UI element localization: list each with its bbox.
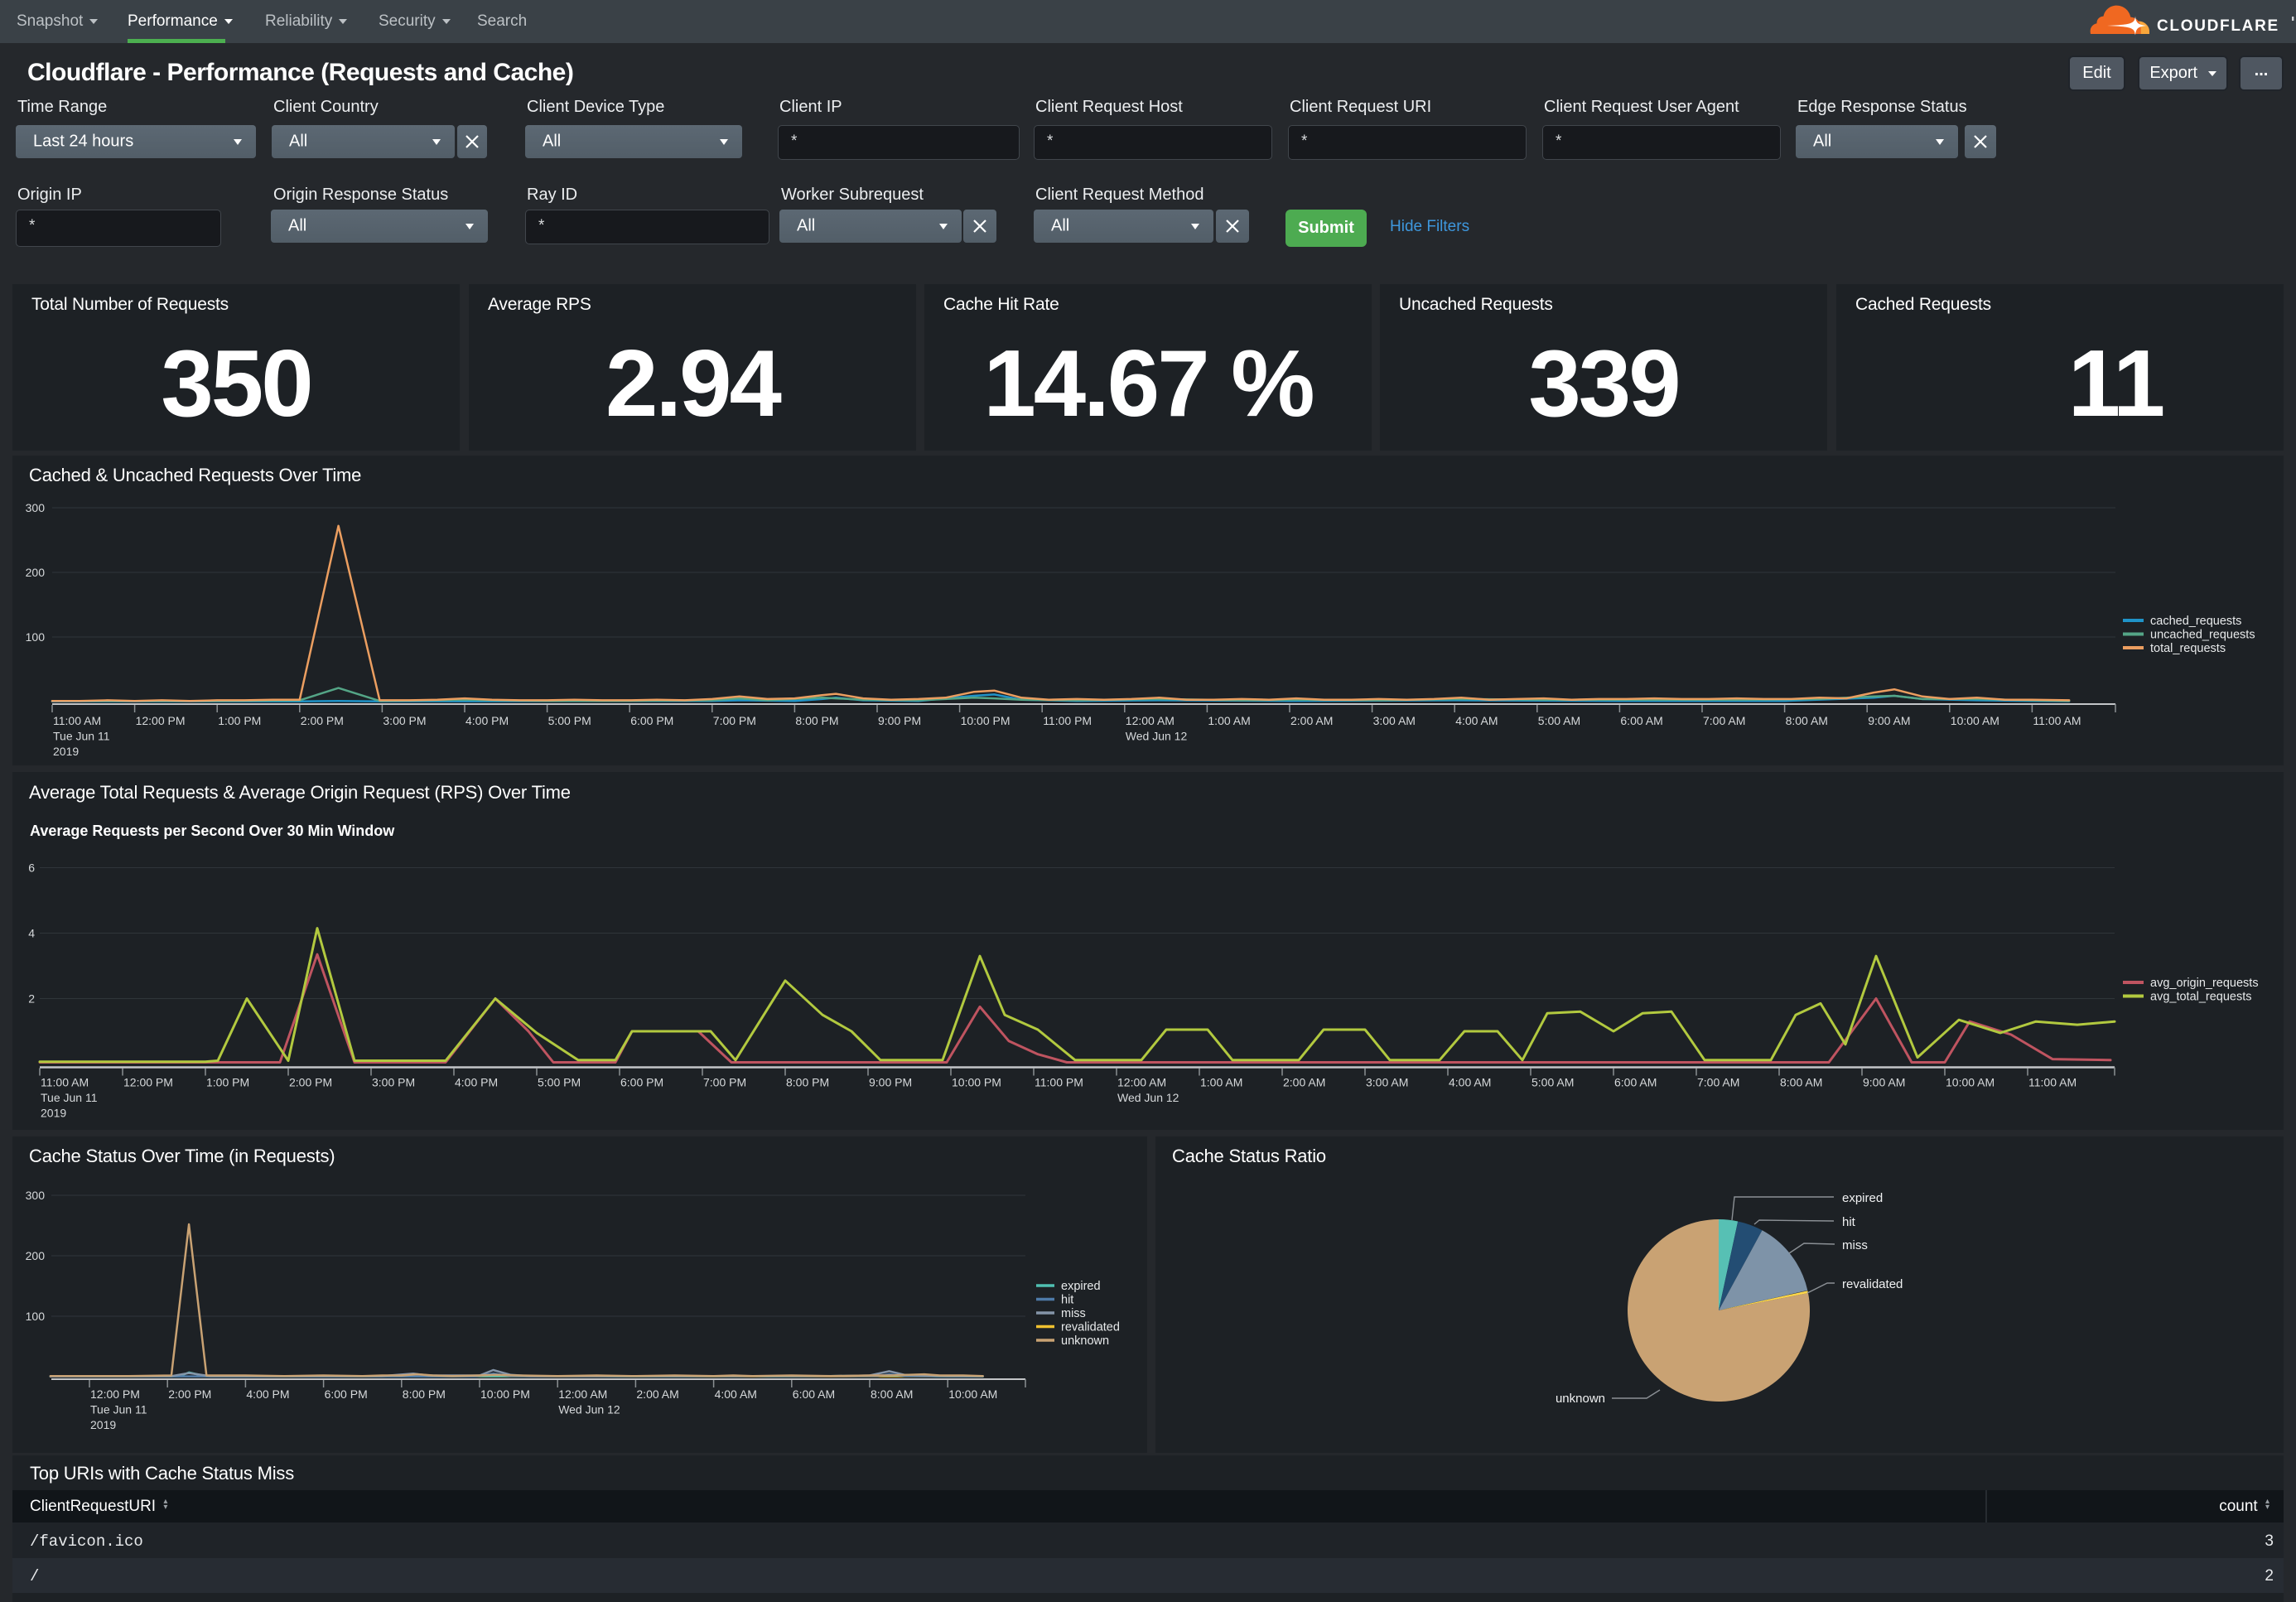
svg-text:7:00 PM: 7:00 PM xyxy=(703,1076,746,1089)
svg-text:4:00 PM: 4:00 PM xyxy=(246,1387,289,1401)
svg-text:10:00 AM: 10:00 AM xyxy=(1946,1076,1995,1089)
svg-text:11:00 AM: 11:00 AM xyxy=(2028,1076,2077,1089)
svg-text:11:00 PM: 11:00 PM xyxy=(1043,714,1092,727)
svg-text:hit: hit xyxy=(1842,1215,1856,1229)
svg-text:300: 300 xyxy=(26,501,46,514)
svg-text:12:00 AM: 12:00 AM xyxy=(1126,714,1175,727)
svg-text:Tue Jun 11: Tue Jun 11 xyxy=(53,730,110,743)
svg-text:10:00 PM: 10:00 PM xyxy=(952,1076,1001,1089)
svg-text:4:00 AM: 4:00 AM xyxy=(1449,1076,1491,1089)
svg-text:uncached_requests: uncached_requests xyxy=(2150,629,2255,642)
svg-text:5:00 PM: 5:00 PM xyxy=(548,714,591,727)
svg-text:100: 100 xyxy=(26,1310,46,1323)
svg-text:8:00 PM: 8:00 PM xyxy=(795,714,838,727)
svg-text:2019: 2019 xyxy=(90,1418,116,1431)
svg-text:5:00 AM: 5:00 AM xyxy=(1531,1076,1574,1089)
svg-text:10:00 AM: 10:00 AM xyxy=(948,1387,997,1401)
svg-text:2:00 AM: 2:00 AM xyxy=(636,1387,678,1401)
svg-text:avg_total_requests: avg_total_requests xyxy=(2150,991,2252,1004)
svg-text:100: 100 xyxy=(26,630,46,644)
svg-text:9:00 PM: 9:00 PM xyxy=(878,714,921,727)
svg-text:11:00 AM: 11:00 AM xyxy=(41,1076,89,1089)
svg-text:4:00 PM: 4:00 PM xyxy=(465,714,509,727)
svg-text:hit: hit xyxy=(1061,1294,1073,1307)
svg-text:6:00 PM: 6:00 PM xyxy=(325,1387,368,1401)
svg-text:2:00 PM: 2:00 PM xyxy=(168,1387,211,1401)
svg-text:7:00 PM: 7:00 PM xyxy=(713,714,756,727)
svg-text:1:00 PM: 1:00 PM xyxy=(206,1076,249,1089)
svg-text:Wed Jun 12: Wed Jun 12 xyxy=(1117,1091,1179,1104)
svg-text:3:00 PM: 3:00 PM xyxy=(383,714,426,727)
svg-text:11:00 AM: 11:00 AM xyxy=(2033,714,2081,727)
svg-text:Wed Jun 12: Wed Jun 12 xyxy=(558,1403,620,1416)
svg-text:miss: miss xyxy=(1842,1238,1868,1252)
svg-text:2:00 PM: 2:00 PM xyxy=(301,714,344,727)
svg-text:2:00 AM: 2:00 AM xyxy=(1290,714,1333,727)
svg-text:6: 6 xyxy=(28,861,35,875)
svg-text:6:00 AM: 6:00 AM xyxy=(1620,714,1662,727)
svg-text:expired: expired xyxy=(1842,1191,1883,1205)
svg-text:Tue Jun 11: Tue Jun 11 xyxy=(90,1403,147,1416)
svg-text:2: 2 xyxy=(28,992,35,1006)
svg-text:cached_requests: cached_requests xyxy=(2150,615,2241,628)
svg-text:12:00 PM: 12:00 PM xyxy=(123,1076,173,1089)
svg-text:2019: 2019 xyxy=(53,745,79,758)
svg-text:7:00 AM: 7:00 AM xyxy=(1697,1076,1739,1089)
svg-text:9:00 PM: 9:00 PM xyxy=(869,1076,912,1089)
svg-text:300: 300 xyxy=(26,1189,46,1202)
svg-text:8:00 PM: 8:00 PM xyxy=(786,1076,829,1089)
svg-text:6:00 PM: 6:00 PM xyxy=(620,1076,663,1089)
svg-text:4:00 AM: 4:00 AM xyxy=(1455,714,1498,727)
svg-text:2:00 AM: 2:00 AM xyxy=(1283,1076,1325,1089)
svg-text:6:00 AM: 6:00 AM xyxy=(793,1387,835,1401)
svg-text:9:00 AM: 9:00 AM xyxy=(1868,714,1910,727)
svg-text:11:00 AM: 11:00 AM xyxy=(53,714,101,727)
svg-text:12:00 AM: 12:00 AM xyxy=(558,1387,607,1401)
svg-text:2:00 PM: 2:00 PM xyxy=(289,1076,332,1089)
svg-text:9:00 AM: 9:00 AM xyxy=(1863,1076,1905,1089)
svg-text:10:00 AM: 10:00 AM xyxy=(1951,714,1999,727)
svg-text:3:00 AM: 3:00 AM xyxy=(1366,1076,1408,1089)
svg-text:200: 200 xyxy=(26,1249,46,1262)
svg-text:1:00 PM: 1:00 PM xyxy=(218,714,261,727)
svg-text:avg_origin_requests: avg_origin_requests xyxy=(2150,977,2259,990)
svg-text:12:00 AM: 12:00 AM xyxy=(1117,1076,1166,1089)
svg-text:10:00 PM: 10:00 PM xyxy=(961,714,1011,727)
svg-text:12:00 PM: 12:00 PM xyxy=(90,1387,140,1401)
svg-text:Tue Jun 11: Tue Jun 11 xyxy=(41,1091,98,1104)
svg-text:4: 4 xyxy=(28,927,35,940)
svg-text:3:00 AM: 3:00 AM xyxy=(1373,714,1416,727)
svg-text:5:00 PM: 5:00 PM xyxy=(538,1076,581,1089)
svg-text:3:00 PM: 3:00 PM xyxy=(372,1076,415,1089)
svg-text:200: 200 xyxy=(26,566,46,579)
svg-text:unknown: unknown xyxy=(1556,1392,1605,1406)
svg-text:Wed Jun 12: Wed Jun 12 xyxy=(1126,730,1188,743)
svg-text:8:00 AM: 8:00 AM xyxy=(1786,714,1828,727)
svg-text:2019: 2019 xyxy=(41,1107,66,1120)
svg-text:8:00 PM: 8:00 PM xyxy=(403,1387,446,1401)
svg-text:4:00 AM: 4:00 AM xyxy=(715,1387,757,1401)
svg-text:6:00 AM: 6:00 AM xyxy=(1614,1076,1657,1089)
svg-text:revalidated: revalidated xyxy=(1842,1277,1903,1291)
svg-text:unknown: unknown xyxy=(1061,1334,1109,1348)
svg-text:1:00 AM: 1:00 AM xyxy=(1208,714,1250,727)
svg-text:12:00 PM: 12:00 PM xyxy=(136,714,186,727)
svg-text:4:00 PM: 4:00 PM xyxy=(455,1076,498,1089)
svg-text:total_requests: total_requests xyxy=(2150,642,2226,655)
svg-text:10:00 PM: 10:00 PM xyxy=(480,1387,530,1401)
svg-text:6:00 PM: 6:00 PM xyxy=(630,714,673,727)
svg-text:1:00 AM: 1:00 AM xyxy=(1200,1076,1242,1089)
svg-text:revalidated: revalidated xyxy=(1061,1321,1120,1334)
svg-text:5:00 AM: 5:00 AM xyxy=(1538,714,1580,727)
svg-text:8:00 AM: 8:00 AM xyxy=(871,1387,913,1401)
svg-text:expired: expired xyxy=(1061,1280,1101,1293)
svg-text:8:00 AM: 8:00 AM xyxy=(1780,1076,1822,1089)
svg-text:11:00 PM: 11:00 PM xyxy=(1035,1076,1083,1089)
svg-text:7:00 AM: 7:00 AM xyxy=(1703,714,1745,727)
svg-text:miss: miss xyxy=(1061,1307,1086,1320)
